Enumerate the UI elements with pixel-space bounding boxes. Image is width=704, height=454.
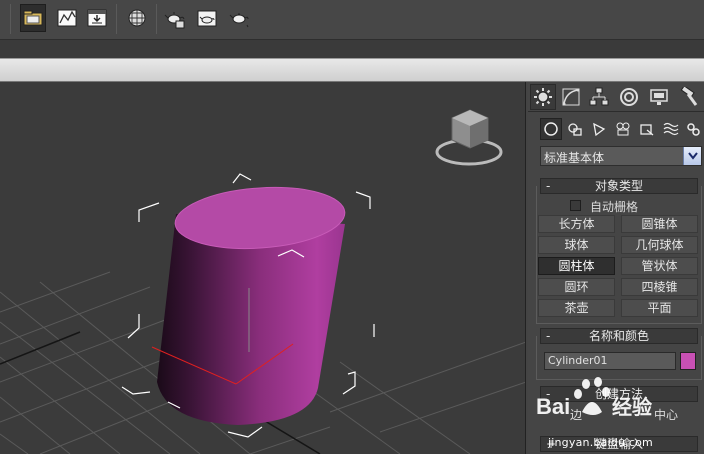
category-systems[interactable] (682, 118, 704, 140)
box-button[interactable]: 长方体 (538, 215, 615, 233)
primitive-type-dropdown[interactable]: 标准基本体 (540, 146, 702, 166)
cylinder-object[interactable] (157, 182, 347, 425)
cylinder-button[interactable]: 圆柱体 (538, 257, 615, 275)
render-production-button[interactable] (226, 4, 252, 32)
modify-curve-icon (562, 88, 580, 106)
toolbar-separator (10, 4, 11, 34)
shapes-icon (568, 123, 582, 136)
autogrid-checkbox-row[interactable]: 自动栅格 (570, 198, 690, 214)
toolbar-separator (156, 4, 157, 34)
curve-editor-button[interactable] (54, 4, 80, 32)
helper-icon (640, 124, 654, 136)
teapot-render-setup-icon (164, 12, 185, 29)
chevron-down-icon[interactable] (683, 147, 701, 165)
render-setup-button[interactable] (162, 4, 188, 32)
category-helpers[interactable] (636, 118, 658, 140)
checker-sphere-icon (128, 9, 146, 27)
object-name-field[interactable]: Cylinder01 (544, 352, 676, 370)
download-panel-icon (87, 9, 107, 27)
dropdown-selected-value: 标准基本体 (544, 151, 605, 165)
teapot-button[interactable]: 茶壶 (538, 299, 615, 317)
schematic-view-button[interactable] (84, 4, 110, 32)
category-cameras[interactable] (612, 118, 634, 140)
viewport-canvas[interactable] (0, 82, 526, 454)
max-window: 标准基本体 - 对象类型 自动栅格 长方体 圆锥体 球体 几何球体 圆柱体 管状… (0, 0, 704, 454)
toolbar-separator (116, 4, 117, 34)
folder-icon (23, 10, 43, 26)
viewcube[interactable] (435, 109, 503, 166)
object-category-row (528, 116, 704, 142)
plane-button[interactable]: 平面 (621, 299, 698, 317)
tab-utilities[interactable] (676, 84, 702, 110)
watermark-url: jingyan.baidu.com (548, 436, 653, 449)
category-geometry[interactable] (540, 118, 562, 140)
tab-display[interactable] (646, 84, 672, 110)
tab-hierarchy[interactable] (586, 84, 612, 110)
perspective-viewport[interactable] (0, 82, 526, 454)
motion-wheel-icon (620, 88, 638, 106)
grid-axis-line (0, 331, 81, 365)
svg-text:经验: 经验 (612, 395, 652, 419)
gear-sun-icon (534, 88, 552, 106)
hammer-icon (680, 87, 698, 106)
category-space-warps[interactable] (660, 118, 682, 140)
material-editor-button[interactable] (124, 4, 150, 32)
camera-icon (616, 122, 630, 136)
tab-create[interactable] (530, 84, 556, 110)
autogrid-checkbox[interactable] (570, 200, 581, 211)
tube-button[interactable]: 管状体 (621, 257, 698, 275)
sphere-button[interactable]: 球体 (538, 236, 615, 254)
category-shapes[interactable] (564, 118, 586, 140)
object-color-swatch[interactable] (680, 352, 696, 370)
wave-icon (663, 122, 679, 136)
svg-text:Bai: Bai (536, 394, 570, 419)
rendered-frame-window-button[interactable] (194, 4, 220, 32)
pyramid-button[interactable]: 四棱锥 (621, 278, 698, 296)
geosphere-button[interactable]: 几何球体 (621, 236, 698, 254)
scene-explorer-button[interactable] (20, 4, 46, 32)
toolbar-gap (0, 40, 704, 58)
teapot-icon (229, 13, 249, 28)
autogrid-label: 自动栅格 (590, 200, 639, 214)
tab-modify[interactable] (558, 84, 584, 110)
category-lights[interactable] (588, 118, 610, 140)
light-icon (593, 122, 606, 137)
torus-button[interactable]: 圆环 (538, 278, 615, 296)
command-panel-tabs (528, 82, 704, 112)
main-toolbar (0, 0, 704, 40)
systems-gear-icon (687, 123, 700, 136)
sphere-icon (544, 122, 558, 136)
hierarchy-icon (589, 87, 609, 106)
teapot-frame-icon (197, 10, 217, 27)
monitor-icon (650, 89, 668, 105)
ribbon-bar (0, 58, 704, 82)
cone-button[interactable]: 圆锥体 (621, 215, 698, 233)
tab-motion[interactable] (616, 84, 642, 110)
graph-icon (57, 9, 77, 27)
